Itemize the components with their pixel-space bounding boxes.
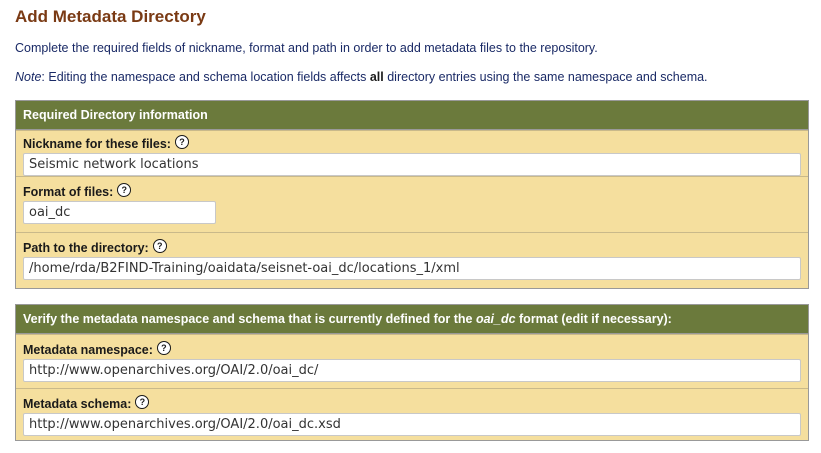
schema-input[interactable] bbox=[23, 413, 801, 436]
help-icon[interactable]: ? bbox=[174, 135, 189, 149]
format-field: Format of files: ? bbox=[16, 176, 808, 232]
note-text: Note: Editing the namespace and schema l… bbox=[15, 70, 708, 84]
intro-text: Complete the required fields of nickname… bbox=[15, 41, 598, 55]
namespace-input[interactable] bbox=[23, 359, 801, 382]
note-text-before: : Editing the namespace and schema locat… bbox=[41, 70, 370, 84]
format-input[interactable] bbox=[23, 201, 216, 224]
page-title: Add Metadata Directory bbox=[15, 7, 206, 26]
schema-label: Metadata schema: bbox=[23, 397, 132, 411]
path-input[interactable] bbox=[23, 257, 801, 280]
verify-section-header: Verify the metadata namespace and schema… bbox=[16, 305, 808, 334]
path-label: Path to the directory: bbox=[23, 241, 149, 255]
verify-header-after: format (edit if necessary): bbox=[515, 312, 672, 326]
help-icon[interactable]: ? bbox=[135, 395, 150, 409]
path-field: Path to the directory: ? bbox=[16, 232, 808, 288]
note-label: Note bbox=[15, 70, 42, 84]
schema-field: Metadata schema: ? bbox=[16, 388, 808, 440]
note-text-after: directory entries using the same namespa… bbox=[383, 70, 708, 84]
help-icon[interactable]: ? bbox=[117, 183, 132, 197]
required-section-header: Required Directory information bbox=[16, 101, 808, 130]
nickname-input[interactable] bbox=[23, 153, 801, 176]
verify-header-format: oai_dc bbox=[475, 312, 516, 326]
nickname-label: Nickname for these files: bbox=[23, 137, 171, 151]
verify-namespace-section: Verify the metadata namespace and schema… bbox=[15, 304, 809, 441]
help-icon[interactable]: ? bbox=[152, 239, 167, 253]
verify-header-before: Verify the metadata namespace and schema… bbox=[23, 312, 476, 326]
nickname-field: Nickname for these files: ? bbox=[16, 130, 808, 176]
required-directory-section: Required Directory information Nickname … bbox=[15, 100, 809, 289]
namespace-label: Metadata namespace: bbox=[23, 343, 153, 357]
format-label: Format of files: bbox=[23, 185, 114, 199]
help-icon[interactable]: ? bbox=[156, 341, 171, 355]
namespace-field: Metadata namespace: ? bbox=[16, 334, 808, 388]
note-bold: all bbox=[369, 70, 384, 84]
